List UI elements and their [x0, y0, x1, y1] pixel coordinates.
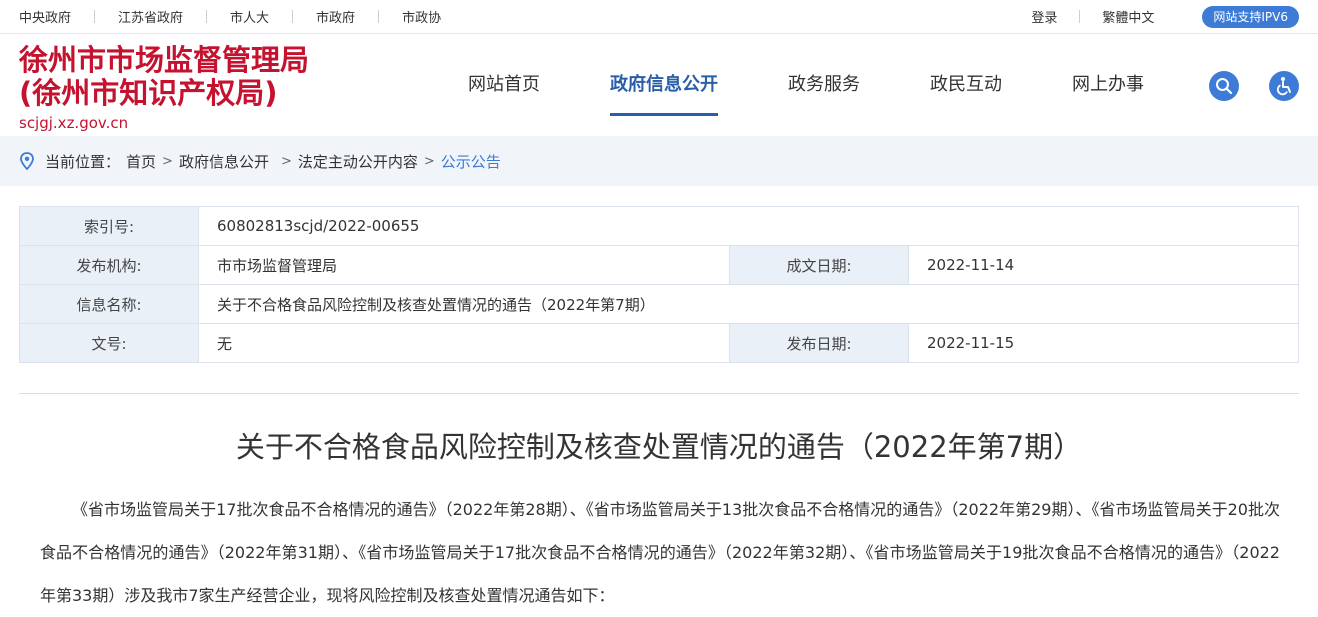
- breadcrumb-bar: 当前位置： 首页 > 政府信息公开 > 法定主动公开内容 > 公示公告: [0, 136, 1318, 186]
- divider: [206, 10, 208, 23]
- table-row: 索引号: 60802813scjd/2022-00655: [19, 206, 1299, 246]
- index-number-label: 索引号:: [19, 206, 199, 246]
- breadcrumb-separator: >: [162, 153, 173, 169]
- article-paragraph: 《省市场监管局关于17批次食品不合格情况的通告》（2022年第28期）、《省市场…: [40, 500, 1280, 605]
- breadcrumb-current[interactable]: 公示公告: [441, 151, 501, 172]
- accessibility-icon: [1276, 77, 1291, 96]
- traditional-chinese-link[interactable]: 繁體中文: [1102, 7, 1154, 26]
- document-number-label: 文号:: [19, 323, 199, 363]
- info-name-label: 信息名称:: [19, 284, 199, 324]
- breadcrumb-statutory-content[interactable]: 法定主动公开内容: [298, 151, 418, 172]
- info-name-value: 关于不合格食品风险控制及核查处置情况的通告（2022年第7期）: [198, 284, 1299, 324]
- table-row: 发布机构: 市市场监督管理局 成文日期: 2022-11-14: [19, 245, 1299, 285]
- link-city-congress[interactable]: 市人大: [230, 7, 269, 26]
- link-central-government[interactable]: 中央政府: [19, 7, 71, 26]
- breadcrumb-home[interactable]: 首页: [126, 151, 156, 172]
- divider: [1079, 10, 1081, 23]
- search-icon: [1216, 78, 1233, 95]
- login-link[interactable]: 登录: [1031, 7, 1057, 26]
- breadcrumb-separator: >: [423, 153, 435, 169]
- breadcrumb-government-info[interactable]: 政府信息公开: [179, 151, 269, 172]
- top-bar: 中央政府 江苏省政府 市人大 市政府 市政协 登录 繁體中文 网站支持IPV6: [0, 0, 1318, 34]
- table-row: 信息名称: 关于不合格食品风险控制及核查处置情况的通告（2022年第7期）: [19, 284, 1299, 324]
- search-button[interactable]: [1209, 71, 1239, 101]
- logo-subtitle: (徐州市知识产权局): [19, 76, 278, 110]
- created-date-value: 2022-11-14: [908, 245, 1299, 285]
- link-jiangsu-government[interactable]: 江苏省政府: [118, 7, 183, 26]
- document-metadata-table: 索引号: 60802813scjd/2022-00655 发布机构: 市市场监督…: [19, 206, 1299, 363]
- created-date-label: 成文日期:: [729, 245, 909, 285]
- main-nav: 网站首页 政府信息公开 政务服务 政民互动 网上办事: [448, 60, 1144, 116]
- publishing-org-label: 发布机构:: [19, 245, 199, 285]
- logo-url: scjgj.xz.gov.cn: [19, 114, 129, 132]
- ipv6-badge: 网站支持IPV6: [1202, 5, 1299, 28]
- document-number-value: 无: [198, 323, 730, 363]
- nav-government-info[interactable]: 政府信息公开: [610, 60, 718, 116]
- nav-government-services[interactable]: 政务服务: [788, 60, 860, 116]
- breadcrumb-label: 当前位置：: [45, 152, 121, 171]
- divider: [378, 10, 380, 23]
- government-links: 中央政府 江苏省政府 市人大 市政府 市政协: [19, 0, 441, 33]
- nav-home[interactable]: 网站首页: [448, 60, 560, 116]
- link-city-government[interactable]: 市政府: [316, 7, 355, 26]
- logo-title: 徐州市市场监督管理局: [19, 43, 310, 77]
- divider: [292, 10, 294, 23]
- nav-online-services[interactable]: 网上办事: [1072, 60, 1144, 116]
- accessibility-button[interactable]: [1269, 71, 1299, 101]
- breadcrumb: 当前位置： 首页 > 政府信息公开 > 法定主动公开内容 > 公示公告: [19, 136, 501, 186]
- article-title: 关于不合格食品风险控制及核查处置情况的通告（2022年第7期）: [235, 430, 1083, 464]
- site-logo[interactable]: 徐州市市场监督管理局 (徐州市知识产权局) scjgj.xz.gov.cn: [19, 44, 309, 134]
- table-row: 文号: 无 发布日期: 2022-11-15: [19, 323, 1299, 363]
- publishing-org-value: 市市场监督管理局: [198, 245, 730, 285]
- divider: [19, 393, 1299, 394]
- divider: [94, 10, 96, 23]
- publish-date-value: 2022-11-15: [908, 323, 1299, 363]
- index-number-value: 60802813scjd/2022-00655: [198, 206, 1299, 246]
- location-pin-icon: [20, 152, 34, 170]
- link-city-cppcc[interactable]: 市政协: [402, 7, 441, 26]
- nav-interaction[interactable]: 政民互动: [930, 60, 1002, 116]
- top-right-tools: 登录 繁體中文 网站支持IPV6: [1031, 0, 1299, 33]
- breadcrumb-separator: >: [280, 153, 292, 169]
- publish-date-label: 发布日期:: [729, 323, 909, 363]
